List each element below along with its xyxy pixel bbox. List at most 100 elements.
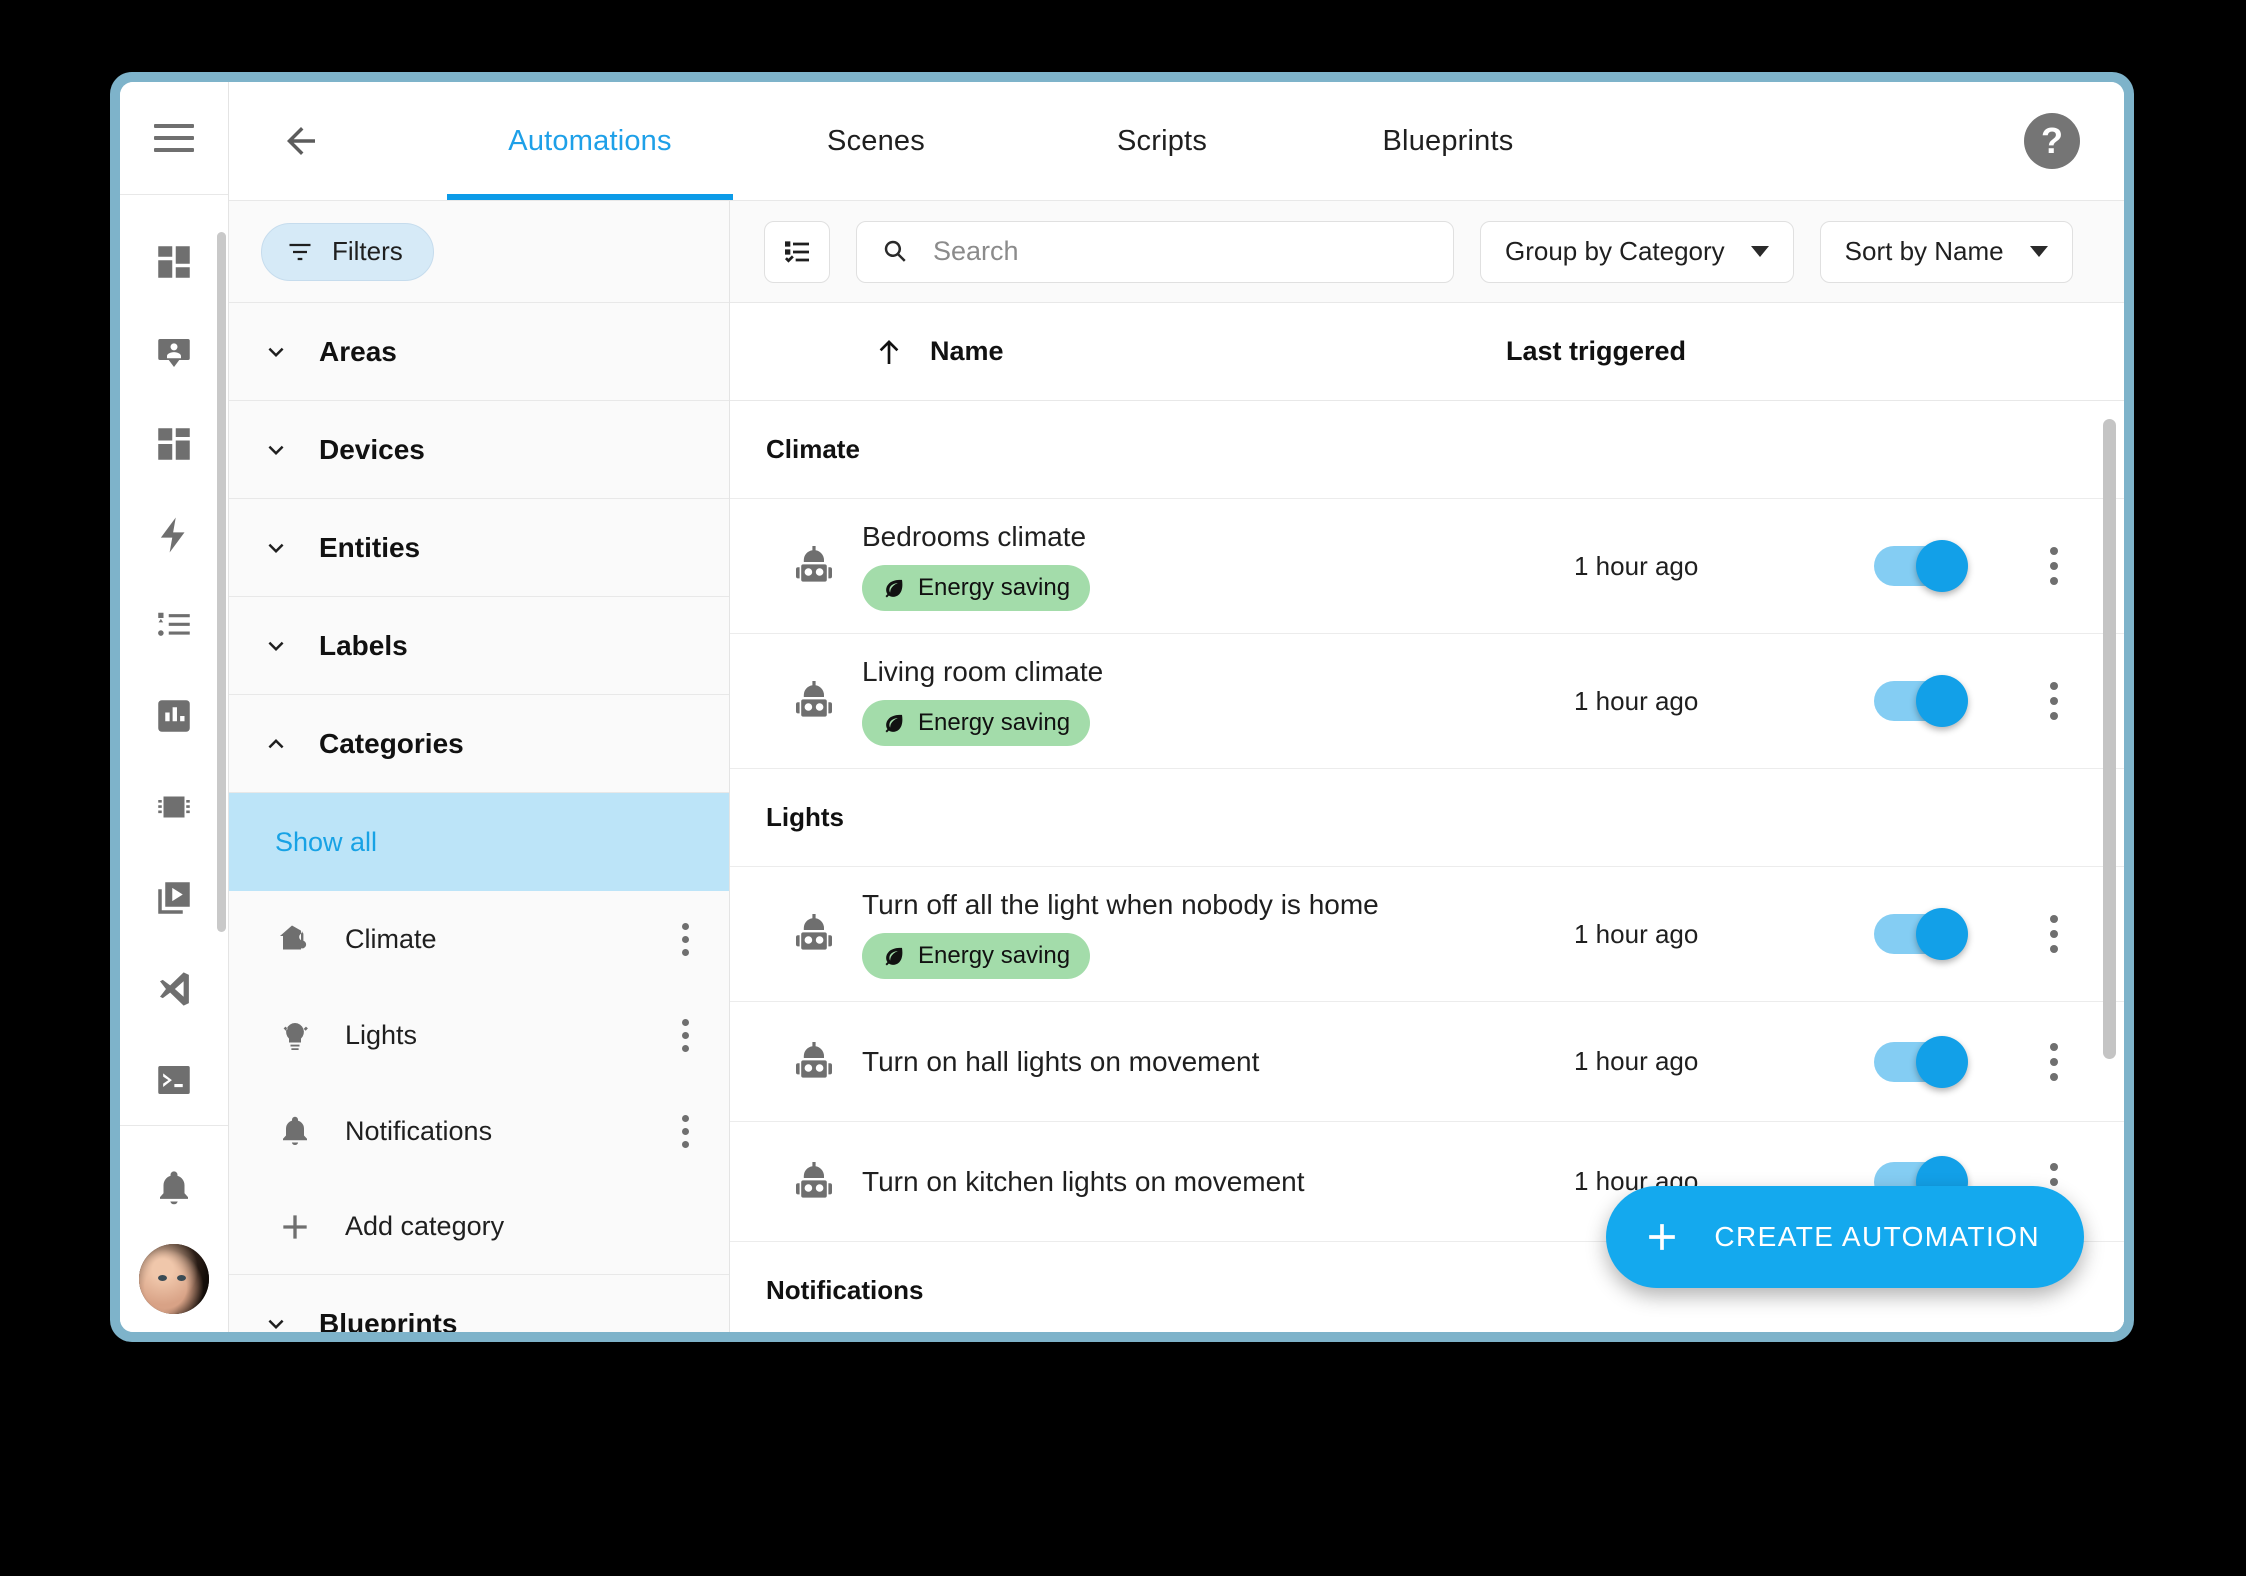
tab-automations[interactable]: Automations [447,82,733,200]
rail-item-media[interactable] [126,852,222,943]
chevron-down-icon [1751,246,1769,257]
rail-item-terminal[interactable] [126,1034,222,1125]
back-button[interactable] [253,93,349,189]
leaf-icon [882,576,906,600]
category-item-lights[interactable]: Lights [229,987,729,1083]
terminal-icon [153,1059,195,1101]
avatar-eye-left [158,1275,167,1281]
label-chip-energy-saving[interactable]: Energy saving [862,933,1090,979]
toggle-track [1874,681,1946,721]
category-item-notifications[interactable]: Notifications [229,1083,729,1179]
rail-scrollbar[interactable] [217,232,226,932]
column-header-last-triggered[interactable]: Last triggered [1506,336,1686,367]
filter-section-blueprints[interactable]: Blueprints [229,1275,729,1332]
tab-scenes[interactable]: Scenes [733,82,1019,200]
filter-section-categories[interactable]: Categories [229,695,729,793]
filter-section-devices[interactable]: Devices [229,401,729,499]
enable-toggle[interactable] [1874,546,2024,586]
category-show-all[interactable]: Show all [229,793,729,891]
overflow-menu-icon[interactable] [665,923,705,956]
overflow-menu-icon[interactable] [2024,1043,2084,1081]
label-chip-energy-saving[interactable]: Energy saving [862,565,1090,611]
tab-scripts[interactable]: Scripts [1019,82,1305,200]
group-header-climate: Climate [730,401,2124,499]
filter-section-labels[interactable]: Labels [229,597,729,695]
table-row[interactable]: Turn on hall lights on movement 1 hour a… [730,1002,2124,1122]
column-header-name[interactable]: Name [930,336,1506,367]
overflow-menu-icon[interactable] [2024,682,2084,720]
add-category-button[interactable]: Add category [229,1179,729,1275]
filter-section-label: Categories [319,728,464,760]
lightbulb-icon [275,1017,315,1053]
selection-mode-icon[interactable] [764,221,830,283]
toggle-thumb [1916,908,1968,960]
rail-item-map[interactable] [126,307,222,398]
chevron-down-icon [261,435,291,465]
sort-by-select[interactable]: Sort by Name [1820,221,2073,283]
content-area: Filters Areas Devices Entities L [229,201,2124,1332]
app-window-frame: Automations Scenes Scripts Blueprints ? … [110,72,2134,1342]
list-toolbar: Group by Category Sort by Name [730,201,2124,303]
filter-funnel-icon [286,238,314,266]
home-thermometer-icon [275,921,315,957]
add-category-label: Add category [345,1211,705,1242]
automation-name: Turn on kitchen lights on movement [862,1166,1574,1198]
overflow-menu-icon[interactable] [665,1115,705,1148]
rail-item-energy[interactable] [126,489,222,580]
overflow-menu-icon[interactable] [2024,915,2084,953]
chevron-up-icon [261,729,291,759]
rail-item-overview[interactable] [126,217,222,308]
group-by-label: Group by Category [1505,236,1725,267]
category-label: Lights [345,1020,635,1051]
table-row[interactable]: Bedrooms climate Energy saving 1 hour ag… [730,499,2124,634]
user-avatar[interactable] [139,1244,209,1314]
arrow-up-icon[interactable] [870,336,908,368]
filters-button[interactable]: Filters [261,223,434,281]
help-circle-icon[interactable]: ? [2024,113,2080,169]
overflow-menu-icon[interactable] [665,1019,705,1052]
table-row[interactable]: Living room climate Energy saving 1 hour… [730,634,2124,769]
search-input[interactable] [933,236,1429,267]
enable-toggle[interactable] [1874,1042,2024,1082]
category-item-climate[interactable]: Climate [229,891,729,987]
tab-blueprints[interactable]: Blueprints [1305,82,1591,200]
rail-item-notifications[interactable] [126,1140,222,1236]
filter-section-label: Devices [319,434,425,466]
energy-lightning-icon [153,514,195,556]
filter-section-areas[interactable]: Areas [229,303,729,401]
filter-section-entities[interactable]: Entities [229,499,729,597]
create-automation-button[interactable]: CREATE AUTOMATION [1606,1186,2084,1288]
overflow-menu-icon[interactable] [2024,547,2084,585]
avatar-eye-right [177,1275,186,1281]
hamburger-menu-icon[interactable] [154,124,194,152]
rail-item-vscode[interactable] [126,943,222,1034]
rail-item-dashboard[interactable] [126,398,222,489]
label-chip-energy-saving[interactable]: Energy saving [862,700,1090,746]
rail-item-logbook[interactable] [126,580,222,671]
avatar-photo [139,1244,209,1314]
list-scrollbar[interactable] [2103,419,2116,1059]
menu-button[interactable] [120,82,228,195]
logbook-list-icon [153,604,195,646]
filter-sidebar: Filters Areas Devices Entities L [229,201,730,1332]
rail-item-history[interactable] [126,671,222,762]
enable-toggle[interactable] [1874,914,2024,954]
plus-icon [275,1207,315,1247]
enable-toggle[interactable] [1874,681,2024,721]
last-triggered-value: 1 hour ago [1574,919,1874,950]
arrow-left-icon [280,120,322,162]
plus-icon [1640,1215,1684,1259]
row-content: Turn on hall lights on movement [862,1024,1574,1100]
table-header: Name Last triggered [730,303,2124,401]
automation-name: Turn off all the light when nobody is ho… [862,889,1574,921]
media-player-icon [153,877,195,919]
chip-label: Energy saving [918,709,1070,737]
search-box[interactable] [856,221,1454,283]
rail-item-integrations[interactable] [126,762,222,853]
chevron-down-icon [2030,246,2048,257]
category-label: Notifications [345,1116,635,1147]
toggle-track [1874,1042,1946,1082]
group-by-select[interactable]: Group by Category [1480,221,1794,283]
table-row[interactable]: Turn off all the light when nobody is ho… [730,867,2124,1002]
integrations-chip-icon [153,786,195,828]
